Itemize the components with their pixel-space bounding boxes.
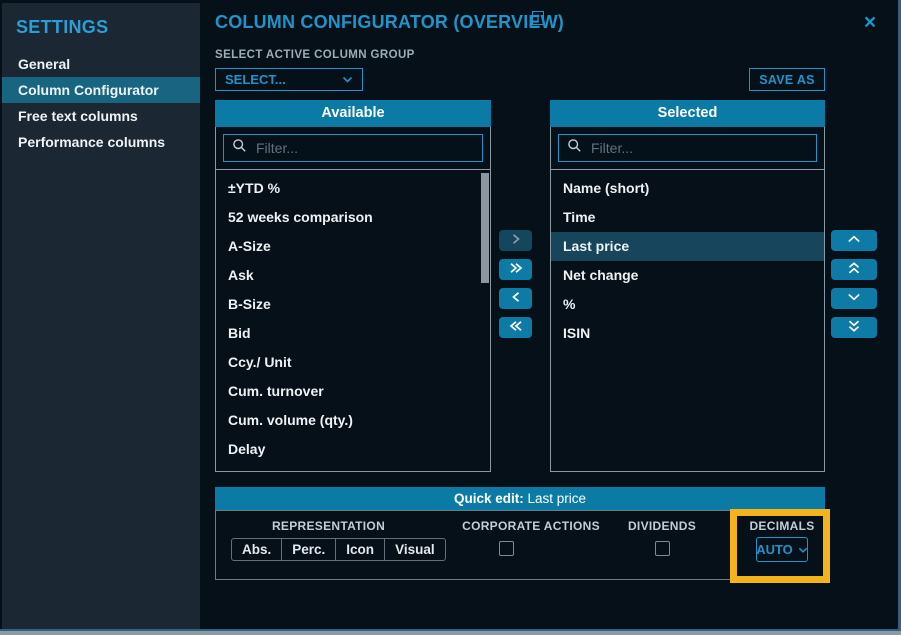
quick-edit-body: REPRESENTATION Abs. Perc. Icon Visual CO… (215, 510, 825, 580)
double-chevron-down-icon (846, 319, 862, 336)
quick-edit-title: Quick edit: Last price (215, 487, 825, 510)
move-all-right-button[interactable] (499, 259, 532, 280)
close-icon[interactable]: × (858, 10, 882, 34)
representation-visual-button[interactable]: Visual (384, 539, 445, 560)
chevron-down-icon (342, 72, 353, 87)
representation-abs-button[interactable]: Abs. (232, 539, 281, 560)
search-icon (567, 138, 582, 158)
settings-window: SETTINGS General Column Configurator Fre… (0, 0, 901, 635)
selected-panel-body: Name (short) Time Last price Net change … (550, 127, 825, 472)
list-item[interactable]: Bid (216, 319, 490, 348)
double-chevron-right-icon (508, 262, 524, 277)
list-item[interactable]: Ccy./ Unit (216, 348, 490, 377)
list-item-highlighted[interactable]: Last price (551, 232, 824, 261)
chevron-up-icon (846, 233, 862, 248)
chevron-down-icon (798, 542, 808, 557)
save-as-button[interactable]: SAVE AS (749, 68, 825, 91)
list-item[interactable]: Cum. turnover (216, 377, 490, 406)
column-group-select-value: SELECT... (225, 72, 286, 87)
sidebar-item-general[interactable]: General (2, 51, 200, 77)
quick-edit-panel: Quick edit: Last price REPRESENTATION Ab… (215, 487, 825, 580)
list-item[interactable]: Cum. volume (qty.) (216, 406, 490, 435)
chevron-down-icon (846, 291, 862, 306)
list-item[interactable]: 52 weeks comparison (216, 203, 490, 232)
available-filter-zone (216, 127, 490, 170)
available-list: ±YTD % 52 weeks comparison A-Size Ask B-… (216, 170, 490, 464)
selected-filter-input[interactable] (589, 139, 816, 157)
available-filter-input[interactable] (254, 139, 482, 157)
sidebar-nav: General Column Configurator Free text co… (2, 51, 200, 155)
move-up-button[interactable] (831, 230, 877, 251)
move-right-button[interactable] (499, 230, 532, 251)
double-chevron-left-icon (508, 320, 524, 335)
available-filter (223, 134, 483, 162)
scrollbar-thumb[interactable] (481, 173, 489, 283)
move-top-button[interactable] (831, 259, 877, 280)
chevron-left-icon (508, 291, 524, 306)
move-down-button[interactable] (831, 288, 877, 309)
active-column-group-label: SELECT ACTIVE COLUMN GROUP (215, 49, 415, 61)
selected-panel: Selected Name (short) Time Last price Ne… (550, 100, 825, 472)
sidebar-item-performance-columns[interactable]: Performance columns (2, 129, 200, 155)
available-panel: Available ±YTD % 52 weeks comparison A-S… (215, 100, 491, 472)
decimals-dropdown[interactable]: AUTO (756, 537, 808, 562)
dividends-checkbox[interactable] (655, 541, 670, 556)
move-all-left-button[interactable] (499, 317, 532, 338)
column-group-select[interactable]: SELECT... (215, 68, 363, 91)
available-panel-title: Available (215, 100, 491, 127)
double-chevron-up-icon (846, 261, 862, 278)
list-item[interactable]: ±YTD % (216, 174, 490, 203)
move-bottom-button[interactable] (831, 317, 877, 338)
sidebar-item-column-configurator[interactable]: Column Configurator (2, 77, 200, 103)
list-item[interactable]: Delay (216, 435, 490, 464)
list-item[interactable]: B-Size (216, 290, 490, 319)
selected-panel-title: Selected (550, 100, 825, 127)
chevron-right-icon (508, 233, 524, 248)
decimals-dropdown-value: AUTO (756, 542, 793, 557)
representation-button-group: Abs. Perc. Icon Visual (231, 538, 446, 561)
available-panel-body: ±YTD % 52 weeks comparison A-Size Ask B-… (215, 127, 491, 472)
decimals-label: DECIMALS (702, 519, 862, 533)
list-item[interactable]: ISIN (551, 319, 824, 348)
search-icon (232, 138, 247, 158)
representation-icon-button[interactable]: Icon (335, 539, 384, 560)
representation-label: REPRESENTATION (231, 519, 426, 533)
move-left-button[interactable] (499, 288, 532, 309)
page-title: COLUMN CONFIGURATOR (OVERVIEW) (215, 12, 564, 33)
selected-list: Name (short) Time Last price Net change … (551, 170, 824, 348)
list-item[interactable]: Name (short) (551, 174, 824, 203)
list-item[interactable]: % (551, 290, 824, 319)
sidebar: SETTINGS General Column Configurator Fre… (2, 3, 200, 629)
sidebar-title: SETTINGS (16, 17, 200, 38)
window-bottom-strip (0, 631, 901, 635)
list-item[interactable]: A-Size (216, 232, 490, 261)
selected-filter-zone (551, 127, 824, 170)
quick-edit-title-value: Last price (527, 491, 586, 506)
quick-edit-title-prefix: Quick edit: (454, 491, 528, 506)
info-icon[interactable]: i (532, 11, 544, 25)
selected-filter (558, 134, 817, 162)
corporate-actions-checkbox[interactable] (499, 541, 514, 556)
list-item[interactable]: Time (551, 203, 824, 232)
sidebar-item-free-text-columns[interactable]: Free text columns (2, 103, 200, 129)
representation-perc-button[interactable]: Perc. (281, 539, 335, 560)
list-item[interactable]: Ask (216, 261, 490, 290)
list-item[interactable]: Net change (551, 261, 824, 290)
